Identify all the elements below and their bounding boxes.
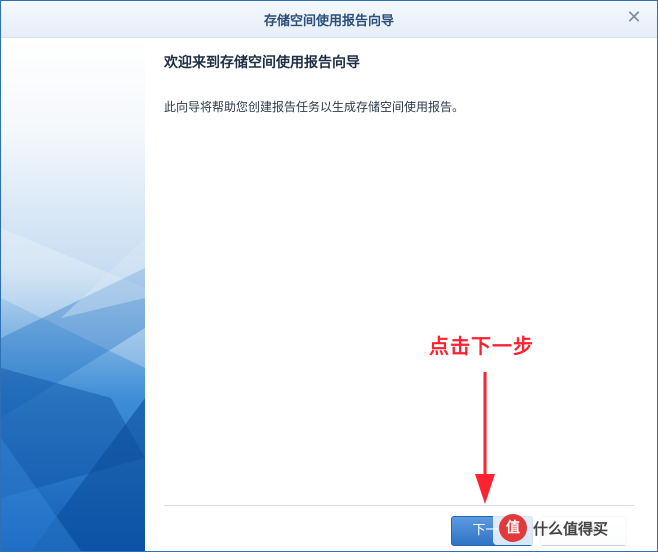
watermark-text: 什么值得买 (533, 520, 609, 538)
page-heading: 欢迎来到存储空间使用报告向导 (164, 55, 360, 71)
arrow-down-icon (475, 372, 495, 504)
wizard-sidebar-graphic (1, 38, 145, 551)
annotation-text: 点击下一步 (429, 334, 534, 358)
watermark-logo: 值 (499, 514, 527, 542)
watermark: 值 什么值得买 (493, 511, 643, 545)
close-icon[interactable]: ✕ (625, 9, 643, 27)
window-title: 存储空间使用报告向导 (263, 14, 394, 29)
title-bar: 存储空间使用报告向导 ✕ (1, 1, 657, 38)
wizard-window: 存储空间使用报告向导 ✕ 欢迎来到存储空间使用报告向导 此向导将帮助您创建报告任… (0, 0, 658, 552)
wizard-content: 欢迎来到存储空间使用报告向导 此向导将帮助您创建报告任务以生成存储空间使用报告。… (145, 38, 657, 551)
page-description: 此向导将帮助您创建报告任务以生成存储空间使用报告。 (164, 100, 465, 114)
footer-divider (164, 505, 634, 506)
